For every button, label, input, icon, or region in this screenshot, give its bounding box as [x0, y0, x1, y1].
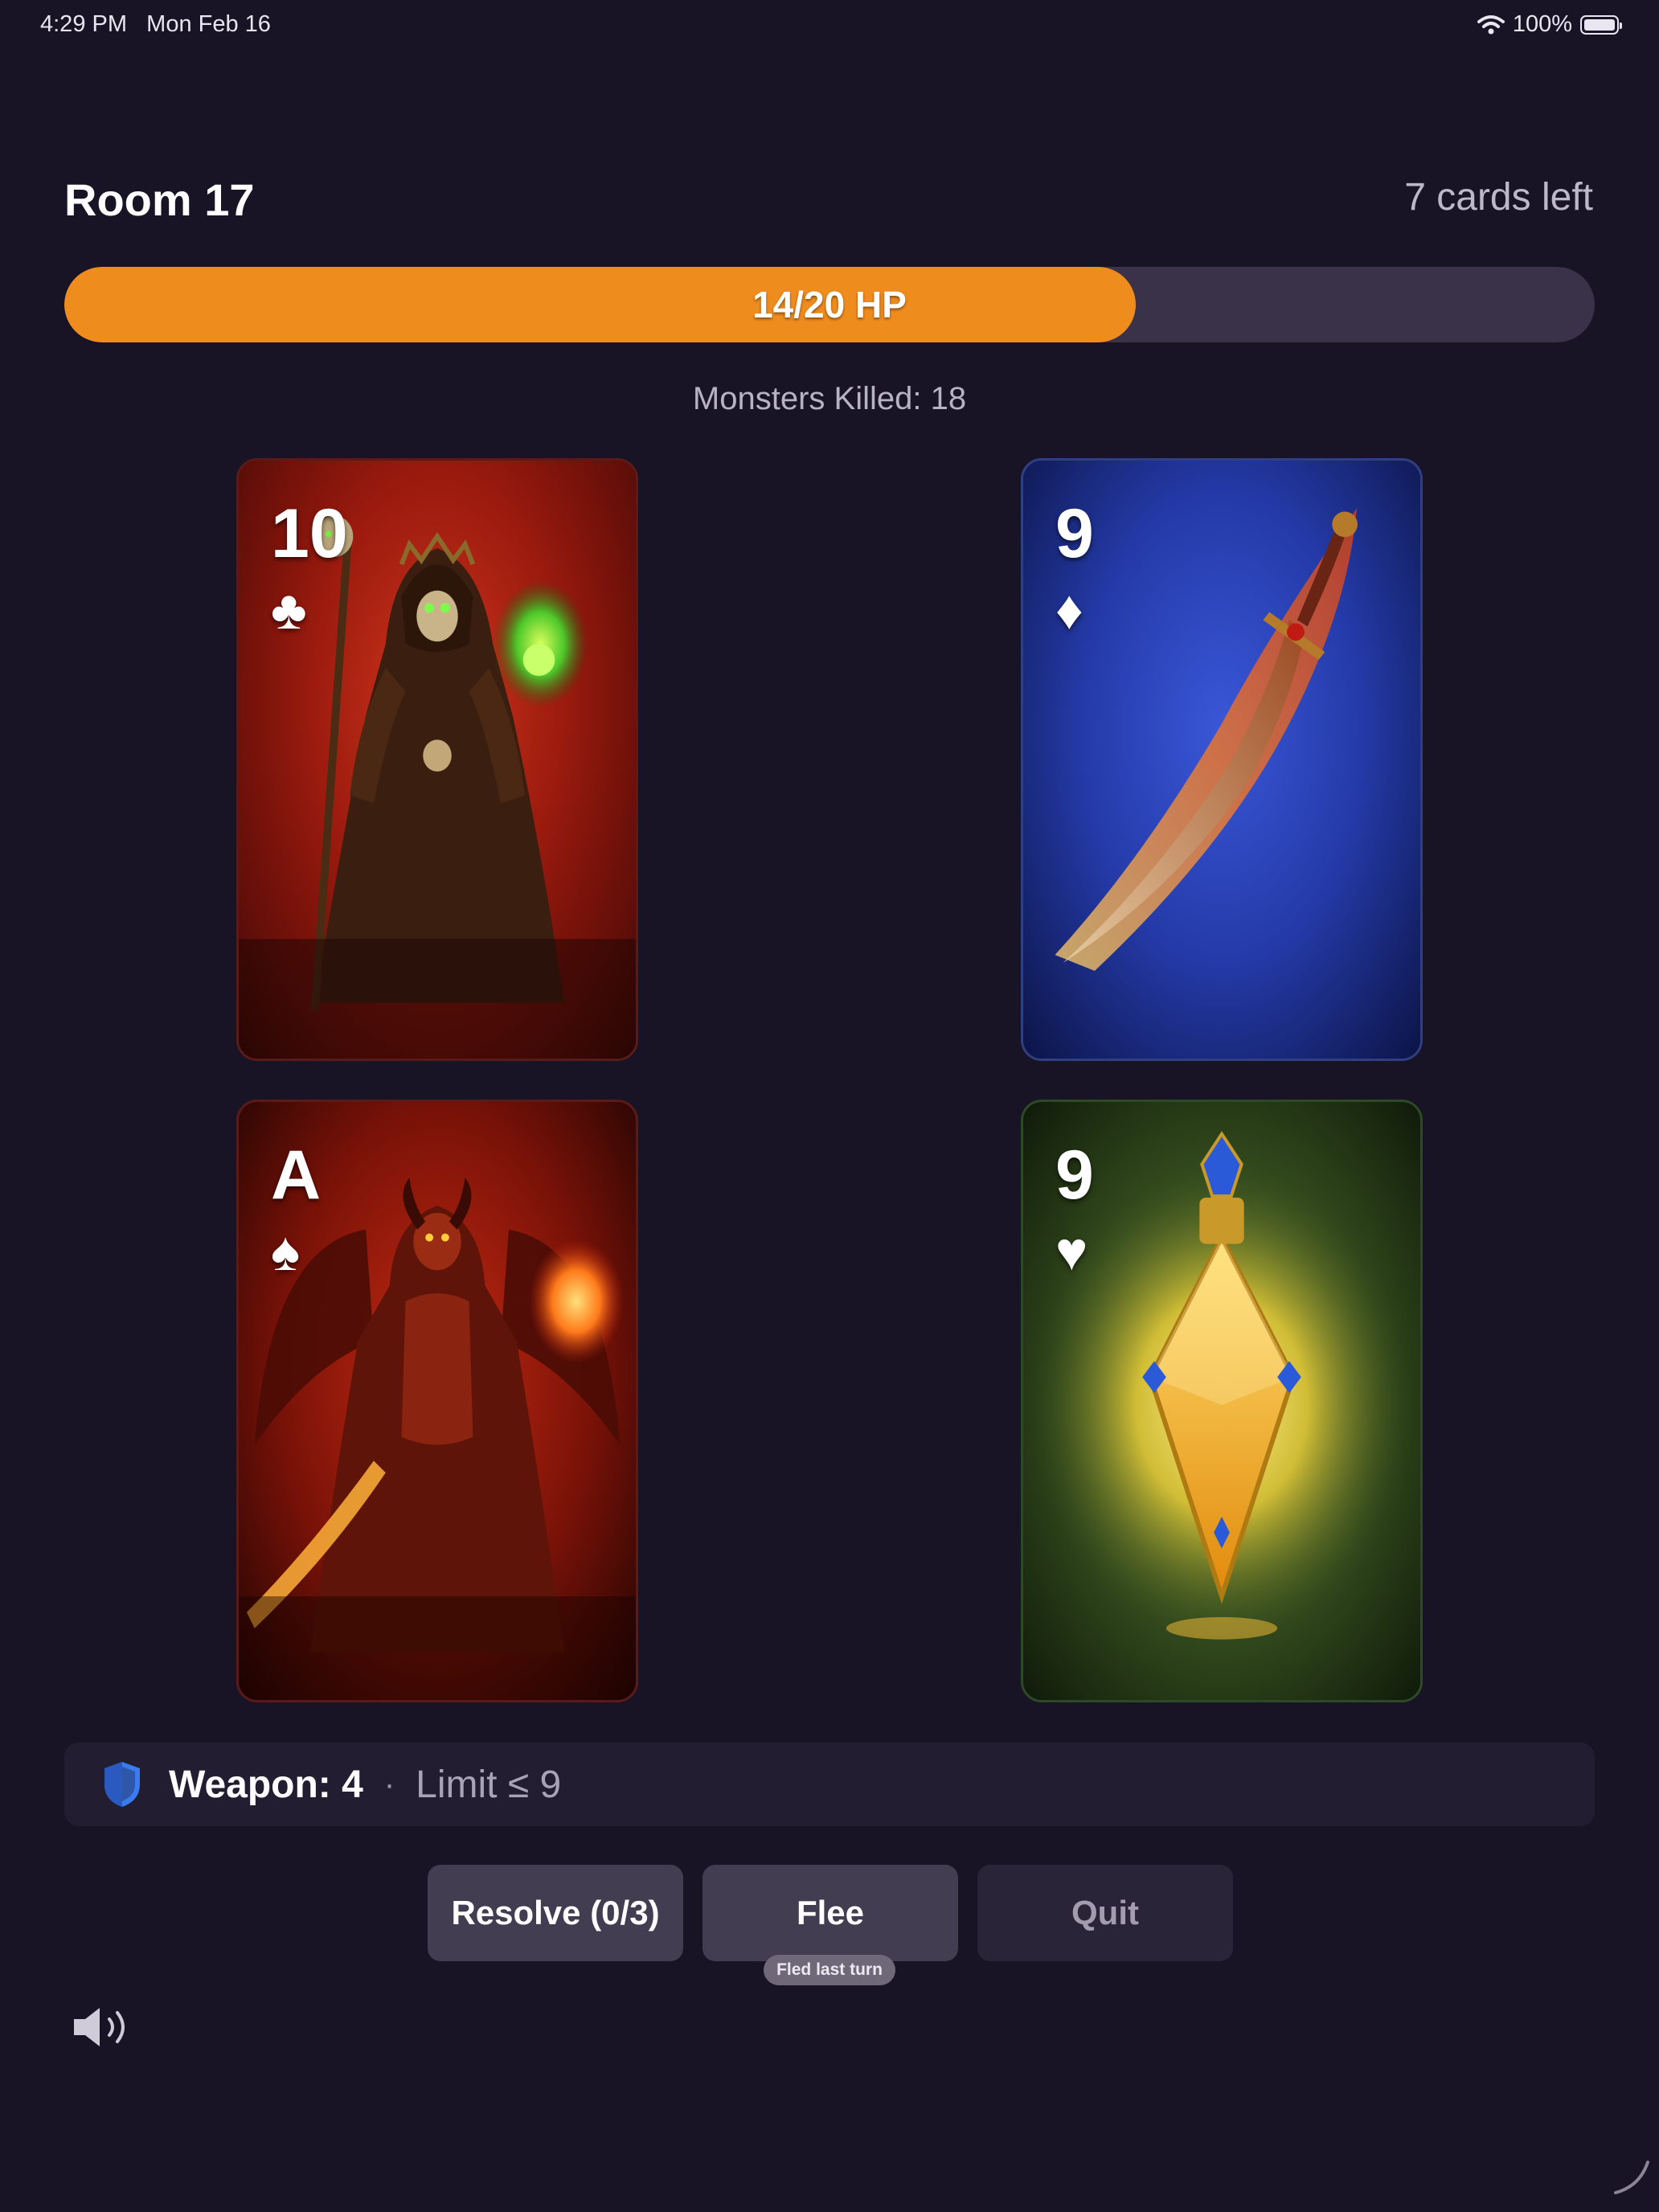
- hearts-suit-icon: ♥: [1055, 1221, 1088, 1282]
- room-title: Room 17: [64, 174, 255, 225]
- diamonds-suit-icon: ♦: [1055, 580, 1083, 641]
- cards-left-counter: 7 cards left: [1404, 176, 1593, 219]
- status-time: 4:29 PM: [40, 11, 127, 37]
- shield-icon: [104, 1762, 140, 1807]
- status-date: Mon Feb 16: [146, 11, 271, 37]
- battery-icon: [1580, 14, 1622, 35]
- card-10-clubs[interactable]: 10 ♣: [236, 458, 638, 1061]
- weapon-separator: ·: [383, 1766, 395, 1802]
- monsters-killed: Monsters Killed: 18: [692, 381, 967, 416]
- speaker-icon[interactable]: [69, 2001, 133, 2053]
- spades-suit-icon: ♠: [271, 1221, 301, 1282]
- wifi-icon: [1477, 14, 1505, 34]
- clubs-suit-icon: ♣: [271, 580, 307, 641]
- hp-bar: 14/20 HP: [64, 267, 1595, 342]
- battery-percent: 100%: [1512, 11, 1572, 37]
- hp-label: 14/20 HP: [752, 284, 907, 326]
- quit-button[interactable]: Quit: [977, 1865, 1233, 1961]
- card-ace-spades[interactable]: A ♠: [236, 1100, 638, 1702]
- flee-button[interactable]: Flee: [703, 1865, 958, 1961]
- window-resize-handle[interactable]: [1608, 2154, 1653, 2199]
- fled-last-turn-badge: Fled last turn: [764, 1955, 895, 1985]
- weapon-value: Weapon: 4: [169, 1763, 363, 1806]
- status-bar-time: 4:29 PM Mon Feb 16: [40, 11, 271, 38]
- status-bar-right: 100%: [1477, 11, 1622, 38]
- card-9-hearts[interactable]: 9 ♥: [1021, 1100, 1423, 1702]
- card-rank: 9: [1055, 495, 1094, 572]
- weapon-limit: Limit ≤ 9: [416, 1763, 562, 1806]
- card-rank: A: [271, 1137, 322, 1214]
- resolve-button[interactable]: Resolve (0/3): [428, 1865, 683, 1961]
- weapon-panel: Weapon: 4 · Limit ≤ 9: [64, 1743, 1595, 1826]
- card-rank: 10: [271, 495, 348, 572]
- card-rank: 9: [1055, 1137, 1094, 1214]
- card-9-diamonds[interactable]: 9 ♦: [1021, 458, 1423, 1061]
